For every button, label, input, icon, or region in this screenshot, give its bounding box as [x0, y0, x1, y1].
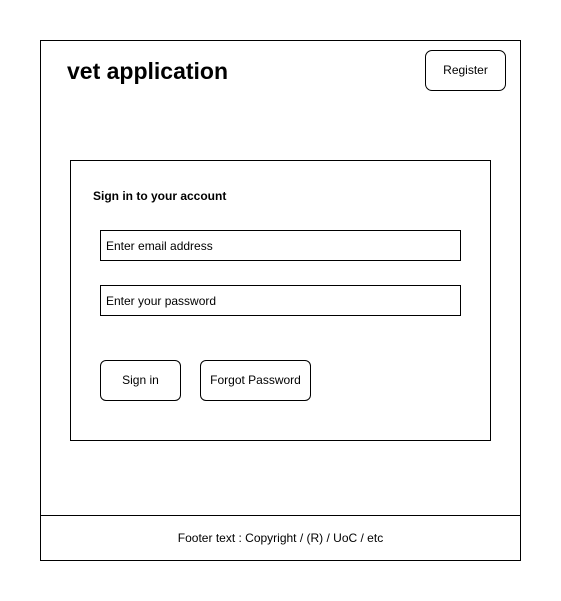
sign-in-button[interactable]: Sign in — [100, 360, 181, 401]
login-card: Sign in to your account Sign in Forgot P… — [70, 160, 491, 441]
login-heading: Sign in to your account — [93, 189, 227, 203]
forgot-password-button[interactable]: Forgot Password — [200, 360, 311, 401]
app-frame: vet application Register Sign in to your… — [40, 40, 521, 561]
footer-text: Footer text : Copyright / (R) / UoC / et… — [177, 531, 384, 545]
footer: Footer text : Copyright / (R) / UoC / et… — [41, 515, 520, 560]
app-title: vet application — [67, 58, 229, 84]
email-field[interactable] — [100, 230, 461, 261]
page: vet application Register Sign in to your… — [0, 0, 561, 601]
password-field[interactable] — [100, 285, 461, 316]
register-button[interactable]: Register — [425, 50, 506, 91]
